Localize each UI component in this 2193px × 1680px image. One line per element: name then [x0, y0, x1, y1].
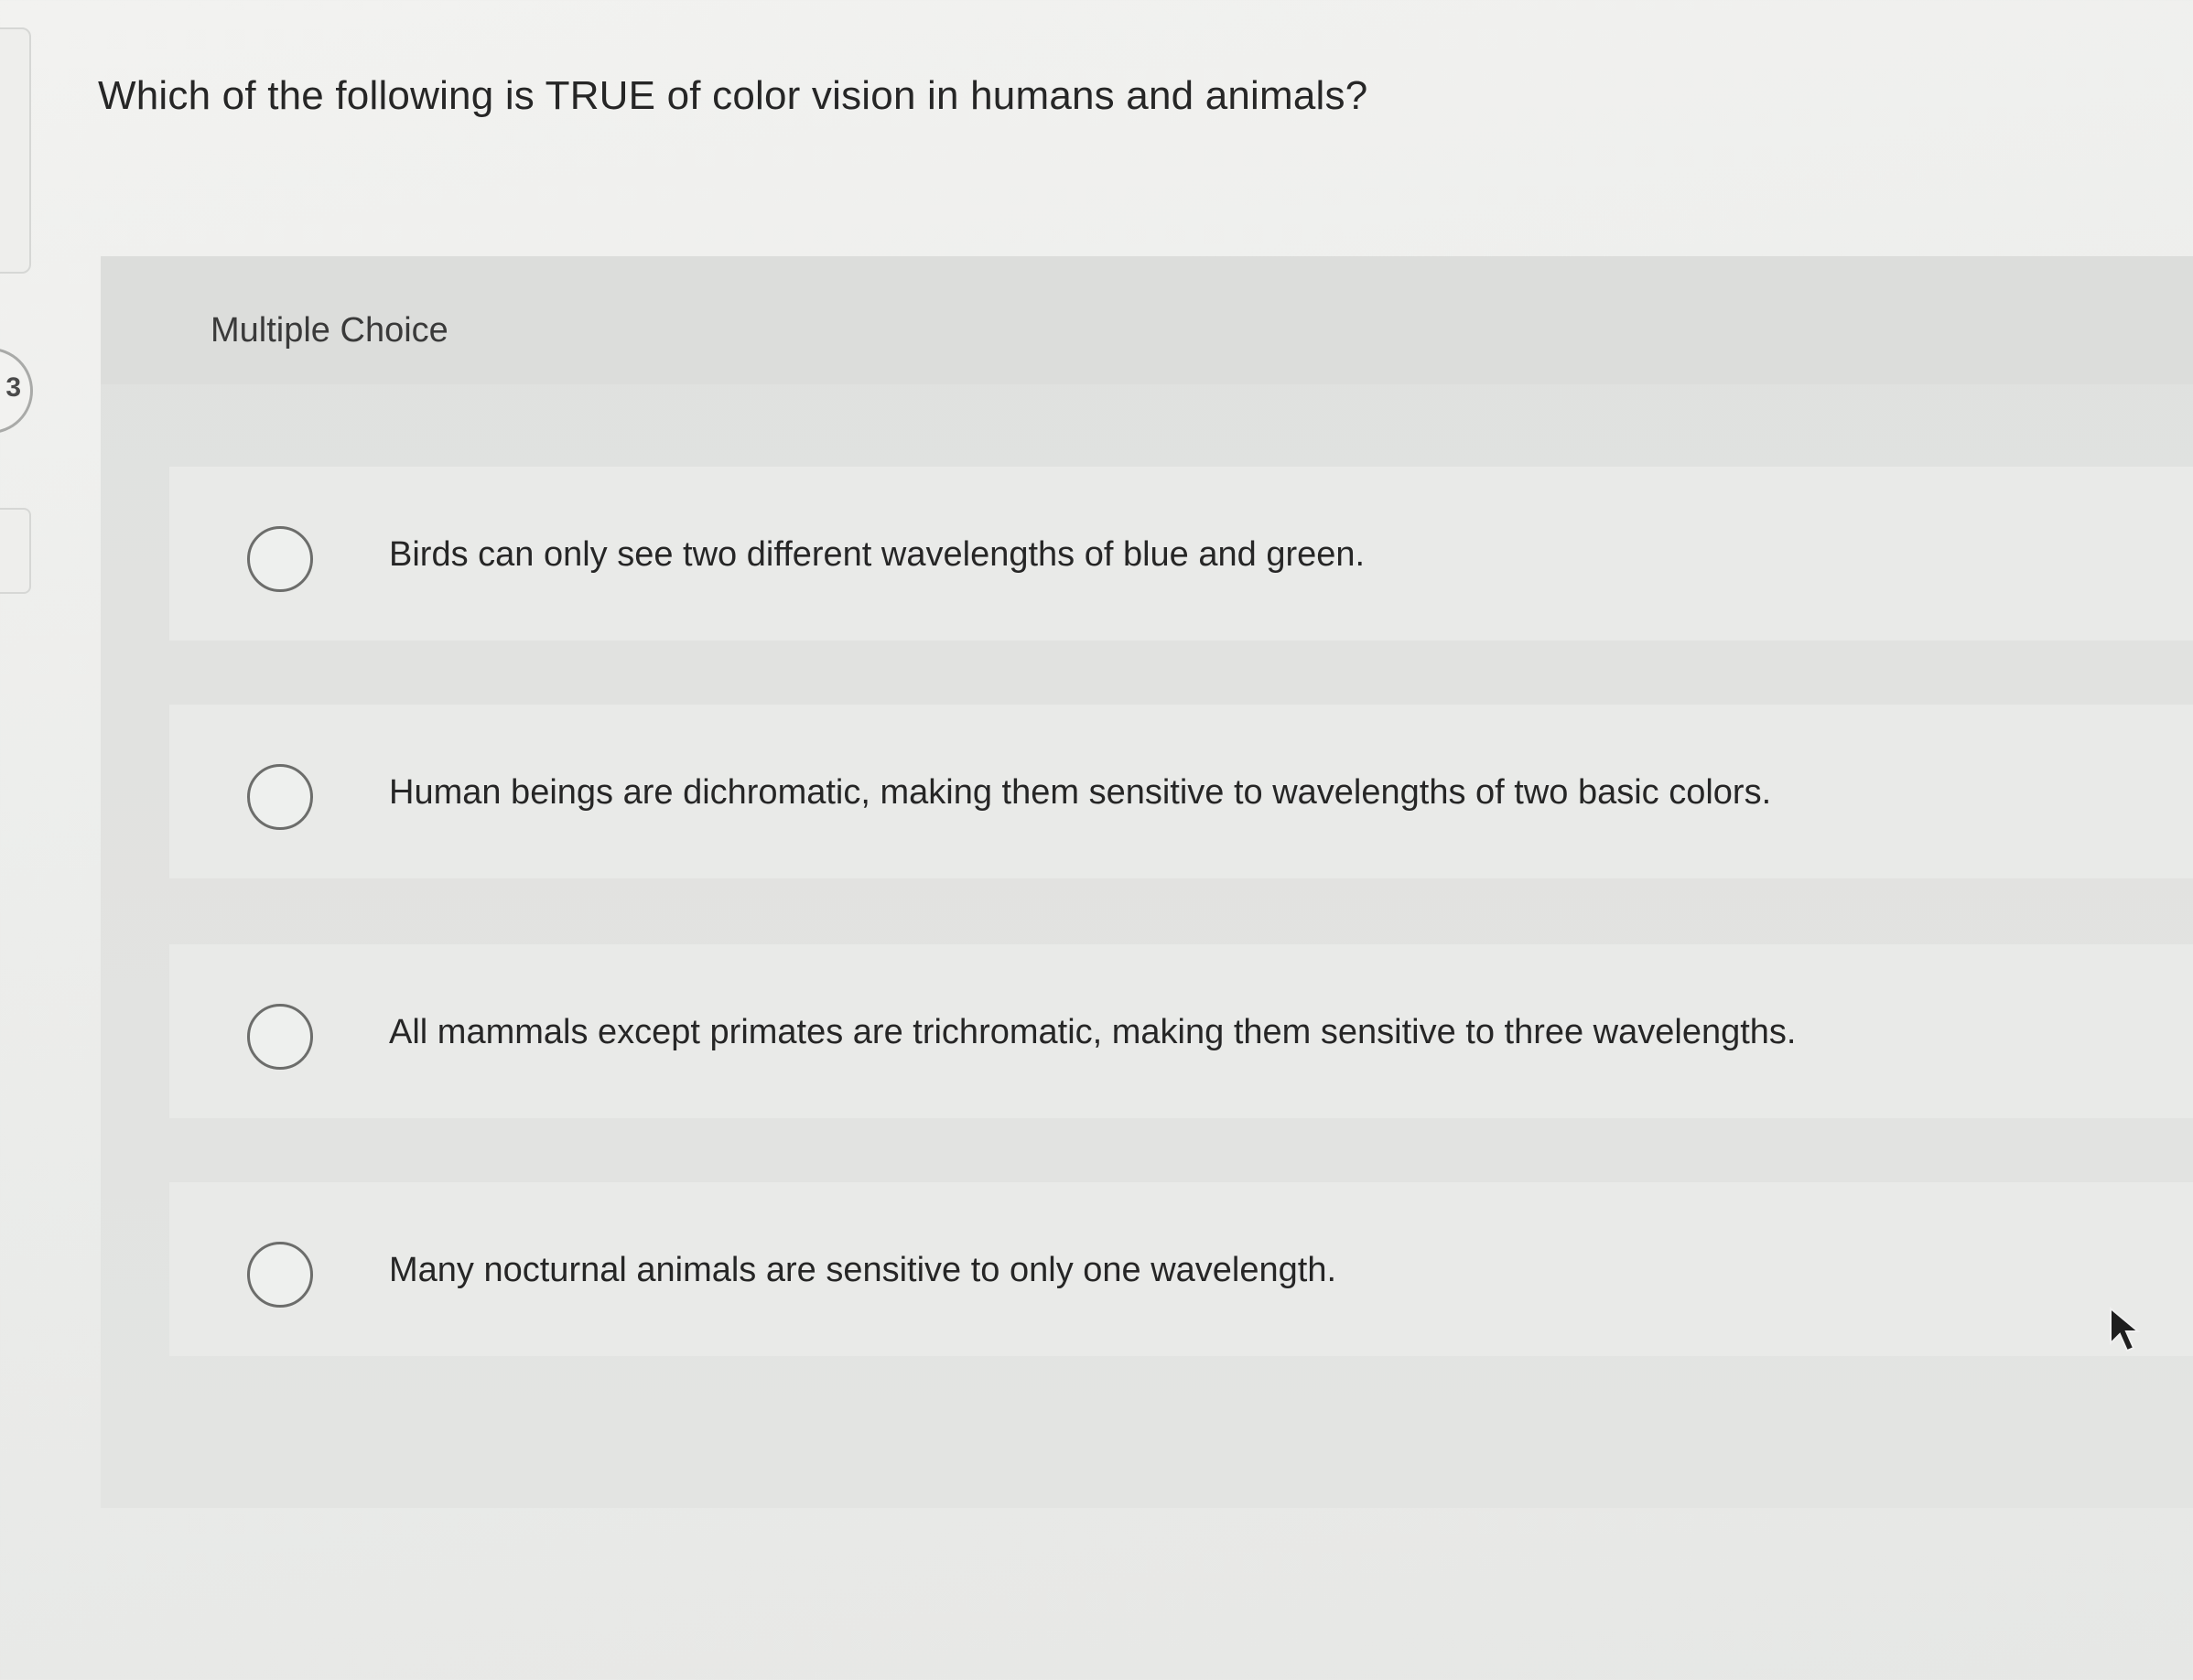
- answer-option-label: Birds can only see two different wavelen…: [389, 535, 1366, 574]
- question-text: Which of the following is TRUE of color …: [98, 73, 1368, 118]
- radio-button-icon[interactable]: [247, 1242, 313, 1308]
- side-panel-button[interactable]: [0, 508, 31, 594]
- answer-choices-panel: Multiple Choice Birds can only see two d…: [101, 256, 2193, 1508]
- mouse-pointer-icon: [2110, 1307, 2141, 1352]
- radio-button-icon[interactable]: [247, 1004, 313, 1070]
- answer-option-2[interactable]: Human beings are dichromatic, making the…: [169, 705, 2193, 878]
- question-type-label: Multiple Choice: [211, 311, 448, 350]
- answer-option-label: All mammals except primates are trichrom…: [389, 1013, 1797, 1051]
- radio-button-icon[interactable]: [247, 764, 313, 830]
- radio-button-icon[interactable]: [247, 526, 313, 592]
- question-number: 3: [5, 372, 21, 403]
- question-number-badge[interactable]: 3: [0, 348, 33, 434]
- side-panel-tab[interactable]: [0, 27, 31, 274]
- answer-option-4[interactable]: Many nocturnal animals are sensitive to …: [169, 1182, 2193, 1356]
- answer-option-label: Human beings are dichromatic, making the…: [389, 773, 1772, 812]
- answer-option-1[interactable]: Birds can only see two different wavelen…: [169, 467, 2193, 641]
- choice-panel-header: Multiple Choice: [101, 256, 2193, 384]
- answer-option-3[interactable]: All mammals except primates are trichrom…: [169, 944, 2193, 1118]
- answer-option-label: Many nocturnal animals are sensitive to …: [389, 1251, 1337, 1289]
